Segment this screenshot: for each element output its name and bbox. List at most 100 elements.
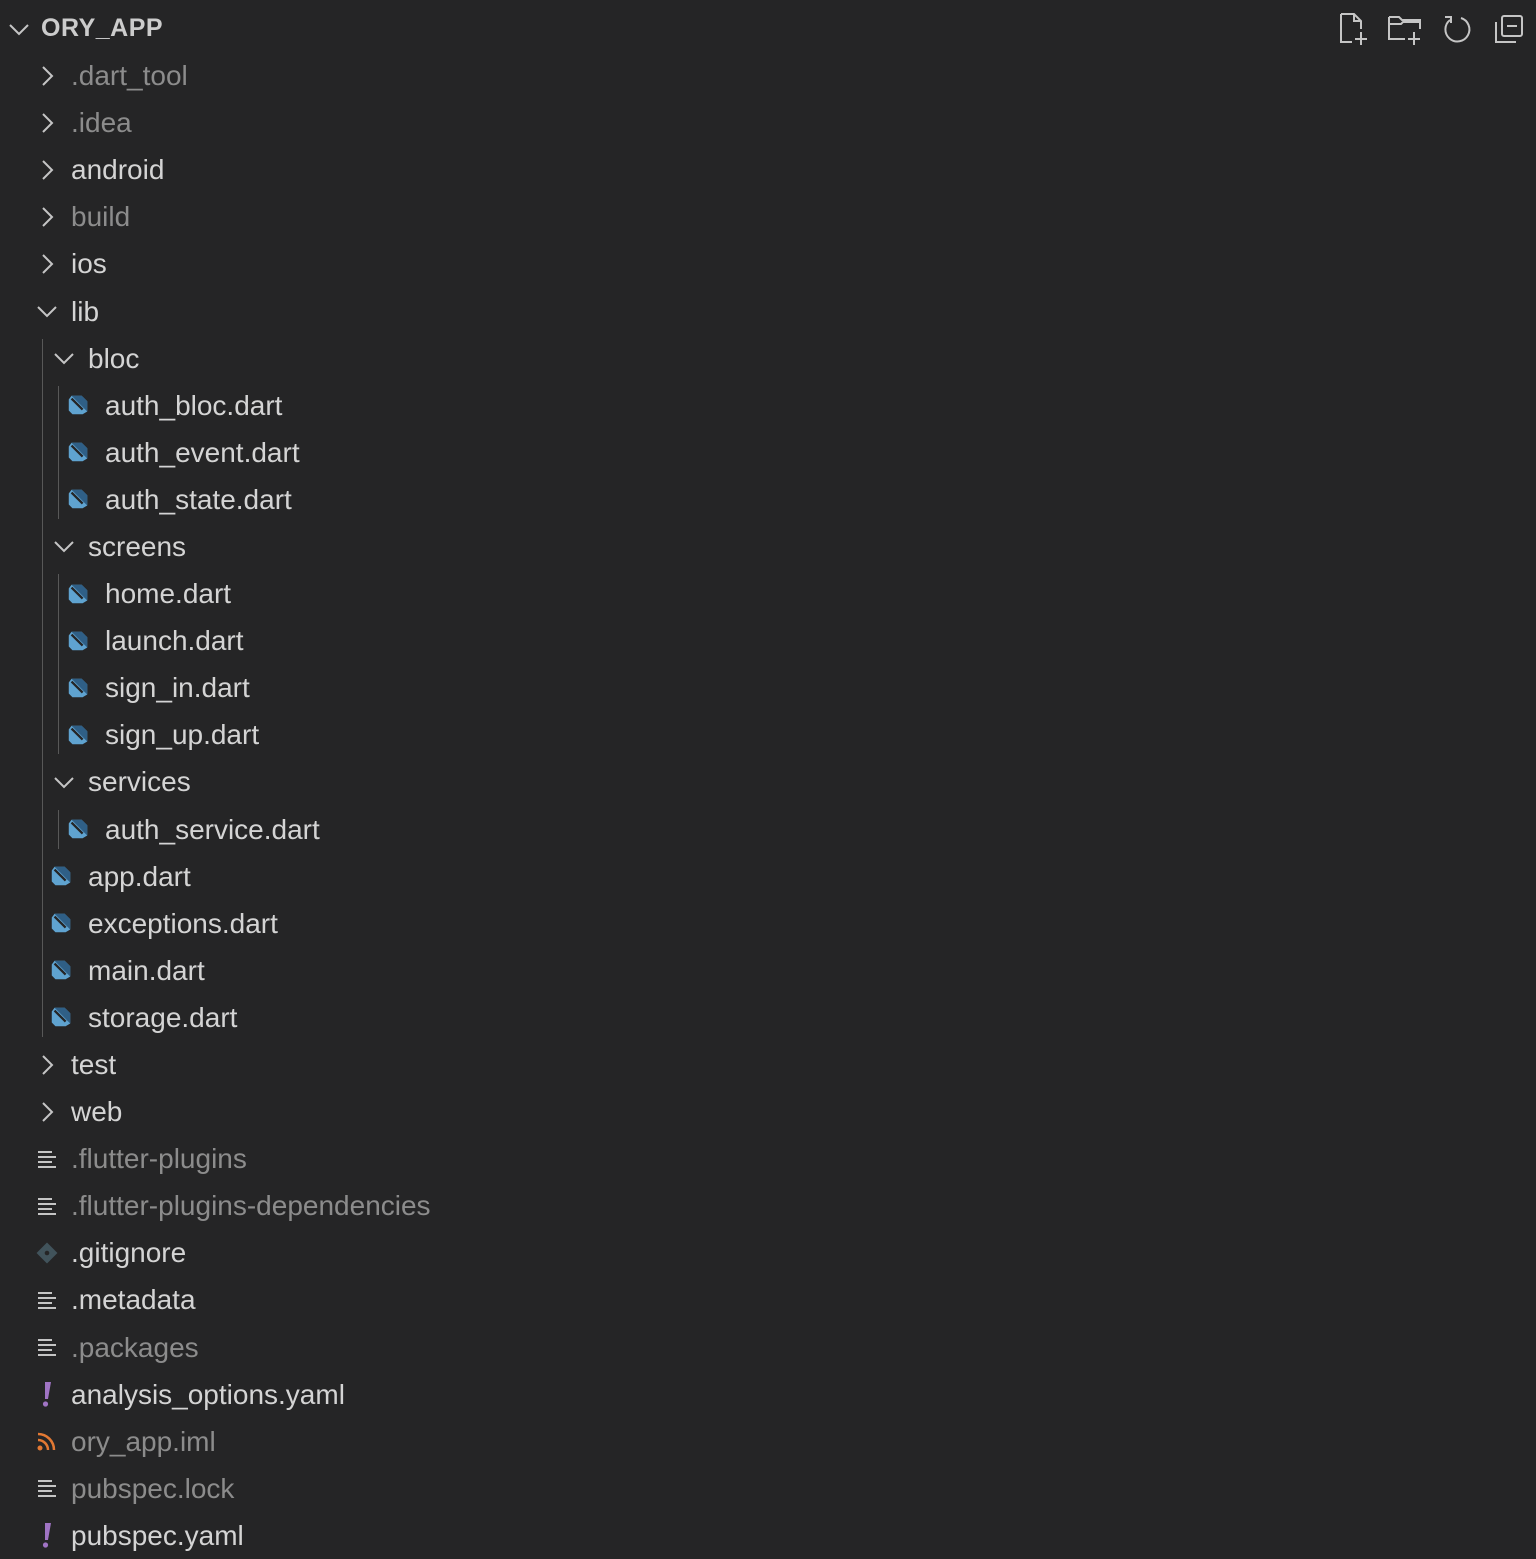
chevron-right-icon[interactable] xyxy=(35,1100,59,1124)
folder-row[interactable]: bloc xyxy=(0,335,1536,382)
file-row[interactable]: storage.dart xyxy=(0,994,1536,1041)
file-row[interactable]: auth_service.dart xyxy=(0,806,1536,853)
folder-row[interactable]: build xyxy=(0,193,1536,240)
dart-file-icon xyxy=(66,629,90,653)
folder-label: bloc xyxy=(88,342,140,374)
folder-row[interactable]: lib xyxy=(0,287,1536,334)
file-row[interactable]: sign_up.dart xyxy=(0,711,1536,758)
file-label: auth_event.dart xyxy=(105,436,300,468)
chevron-down-icon[interactable] xyxy=(35,299,59,323)
explorer-title: ORY_APP xyxy=(41,14,164,42)
indent-guide xyxy=(42,338,43,1038)
file-row[interactable]: .packages xyxy=(0,1324,1536,1371)
dart-file-icon xyxy=(49,911,73,935)
collapse-all-icon xyxy=(1495,15,1523,43)
chevron-down-icon[interactable] xyxy=(52,534,76,558)
indent-guide xyxy=(58,385,59,519)
dart-file-icon xyxy=(66,582,90,606)
chevron-down-icon[interactable] xyxy=(52,770,76,794)
chevron-down-icon[interactable] xyxy=(52,346,76,370)
file-label: .metadata xyxy=(71,1284,196,1316)
file-label: home.dart xyxy=(105,578,232,610)
refresh-icon xyxy=(1444,16,1471,43)
dart-file-icon xyxy=(66,723,90,747)
file-label: exceptions.dart xyxy=(88,907,278,939)
dart-file-icon xyxy=(66,393,90,417)
chevron-right-icon[interactable] xyxy=(35,64,59,88)
file-label: auth_state.dart xyxy=(105,483,292,515)
file-label: .gitignore xyxy=(71,1237,187,1269)
file-row[interactable]: auth_bloc.dart xyxy=(0,382,1536,429)
folder-row[interactable]: services xyxy=(0,758,1536,805)
indent-guide xyxy=(58,809,59,849)
folder-row[interactable]: .idea xyxy=(0,99,1536,146)
file-row[interactable]: auth_state.dart xyxy=(0,476,1536,523)
folder-row[interactable]: test xyxy=(0,1041,1536,1088)
dart-file-icon xyxy=(66,817,90,841)
chevron-right-icon[interactable] xyxy=(35,205,59,229)
file-row[interactable]: analysis_options.yaml xyxy=(0,1371,1536,1418)
file-row[interactable]: launch.dart xyxy=(0,617,1536,664)
text-file-icon xyxy=(35,1288,59,1312)
folder-row[interactable]: web xyxy=(0,1088,1536,1135)
file-label: auth_service.dart xyxy=(105,813,320,845)
file-row[interactable]: .flutter-plugins-dependencies xyxy=(0,1182,1536,1229)
folder-row[interactable]: android xyxy=(0,146,1536,193)
folder-label: build xyxy=(71,201,131,233)
text-file-icon xyxy=(35,1335,59,1359)
file-row[interactable]: .gitignore xyxy=(0,1229,1536,1276)
file-row[interactable]: auth_event.dart xyxy=(0,429,1536,476)
folder-label: services xyxy=(88,766,191,798)
file-row[interactable]: .metadata xyxy=(0,1276,1536,1323)
text-file-icon xyxy=(35,1194,59,1218)
dart-file-icon xyxy=(49,1005,73,1029)
dart-file-icon xyxy=(66,440,90,464)
refresh-explorer-button[interactable] xyxy=(1438,10,1476,48)
file-row[interactable]: .flutter-plugins xyxy=(0,1135,1536,1182)
folder-row[interactable]: screens xyxy=(0,523,1536,570)
chevron-right-icon[interactable] xyxy=(35,111,59,135)
file-label: analysis_options.yaml xyxy=(71,1378,345,1410)
file-row[interactable]: ory_app.iml xyxy=(0,1418,1536,1465)
file-label: .flutter-plugins xyxy=(71,1143,247,1175)
explorer-header[interactable]: ORY_APP xyxy=(0,0,1536,56)
folder-label: lib xyxy=(71,295,100,327)
file-label: launch.dart xyxy=(105,625,244,657)
file-row[interactable]: pubspec.lock xyxy=(0,1465,1536,1512)
file-row[interactable]: sign_in.dart xyxy=(0,664,1536,711)
chevron-right-icon[interactable] xyxy=(35,158,59,182)
chevron-right-icon[interactable] xyxy=(35,252,59,276)
chevron-down-icon[interactable] xyxy=(8,18,30,40)
folder-label: .dart_tool xyxy=(71,60,188,92)
indent-guide xyxy=(58,574,59,755)
folder-label: screens xyxy=(88,530,187,562)
file-label: sign_in.dart xyxy=(105,672,250,704)
folder-label: test xyxy=(71,1049,117,1081)
chevron-right-icon[interactable] xyxy=(35,1053,59,1077)
new-file-button[interactable] xyxy=(1334,10,1372,48)
yaml-file-icon xyxy=(35,1382,59,1407)
new-folder-button[interactable] xyxy=(1386,10,1424,48)
file-label: app.dart xyxy=(88,860,191,892)
folder-label: ios xyxy=(71,248,107,280)
file-label: main.dart xyxy=(88,954,205,986)
new-folder-icon xyxy=(1388,16,1421,45)
file-row[interactable]: app.dart xyxy=(0,853,1536,900)
file-tree: .dart_tool .idea android build ios lib bloc aut… xyxy=(0,52,1536,1559)
collapse-folders-button[interactable] xyxy=(1490,10,1528,48)
dart-file-icon xyxy=(66,676,90,700)
file-row[interactable]: main.dart xyxy=(0,947,1536,994)
file-row[interactable]: pubspec.yaml xyxy=(0,1512,1536,1559)
folder-row[interactable]: ios xyxy=(0,240,1536,287)
file-label: pubspec.yaml xyxy=(71,1519,244,1551)
rss-file-icon xyxy=(35,1429,59,1453)
file-label: pubspec.lock xyxy=(71,1472,235,1504)
git-file-icon xyxy=(35,1241,59,1265)
folder-label: .idea xyxy=(71,107,132,139)
text-file-icon xyxy=(35,1476,59,1500)
folder-row[interactable]: .dart_tool xyxy=(0,52,1536,99)
file-row[interactable]: exceptions.dart xyxy=(0,900,1536,947)
file-row[interactable]: home.dart xyxy=(0,570,1536,617)
folder-label: web xyxy=(71,1096,123,1128)
file-label: auth_bloc.dart xyxy=(105,389,283,421)
